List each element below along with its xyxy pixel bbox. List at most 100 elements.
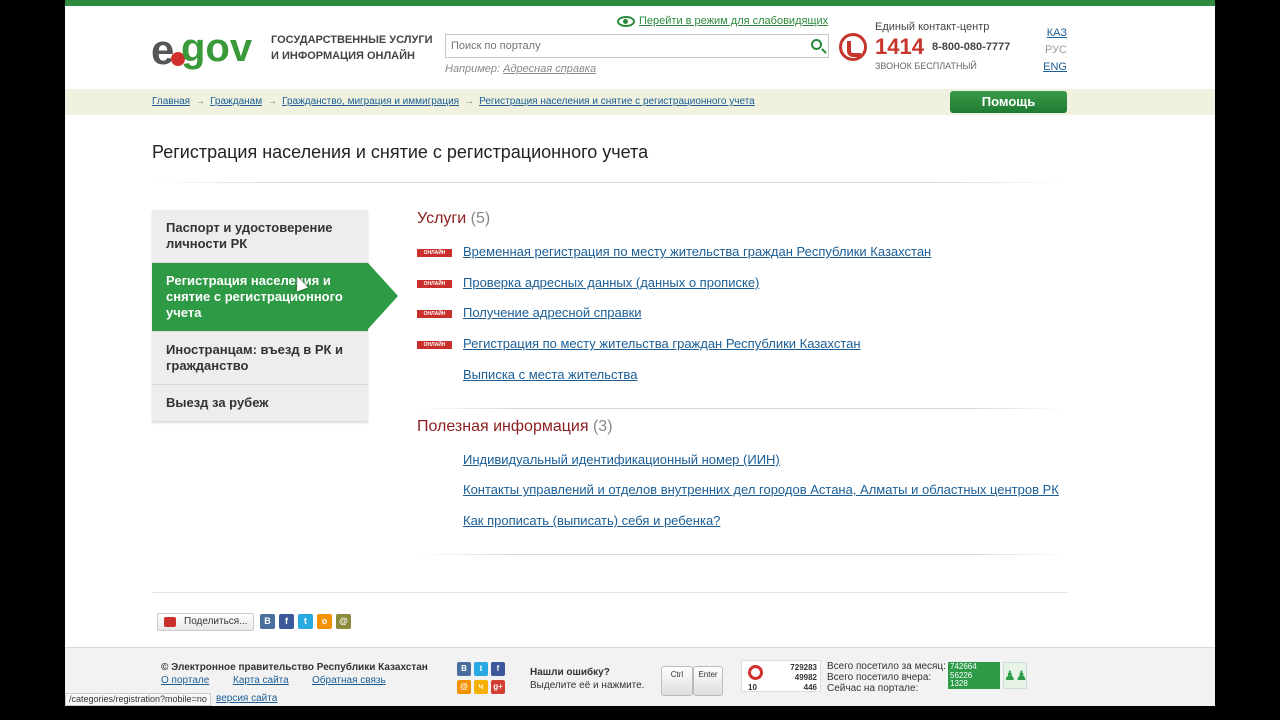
- service-link[interactable]: Выписка с места жительства: [463, 367, 637, 382]
- breadcrumb-home[interactable]: Главная: [152, 96, 190, 107]
- people-icon: ♟♟: [1003, 662, 1027, 689]
- search-icon[interactable]: [811, 39, 822, 50]
- accessibility-link-label: Перейти в режим для слабовидящих: [639, 15, 829, 27]
- eye-icon: [617, 15, 635, 27]
- search-example: Например: Адресная справка: [445, 63, 596, 75]
- mail-icon[interactable]: @: [336, 614, 351, 629]
- online-badge: ОНЛАЙН: [417, 248, 452, 257]
- error-report-title: Нашли ошибку?: [530, 667, 610, 678]
- services-title: Услуги: [417, 210, 467, 227]
- service-link[interactable]: Регистрация по месту жительства граждан …: [463, 336, 861, 351]
- share-button[interactable]: Поделиться...: [157, 613, 254, 631]
- google-plus-icon[interactable]: g+: [491, 680, 505, 694]
- lang-kaz[interactable]: КАЗ: [1043, 25, 1067, 42]
- service-item[interactable]: ОНЛАЙН Получение адресной справки: [417, 305, 642, 320]
- info-item[interactable]: Как прописать (выписать) себя и ребенка?: [417, 513, 720, 528]
- top-strip: [65, 0, 1215, 6]
- phone-icon: [839, 33, 867, 61]
- sidebar-item-foreigners[interactable]: Иностранцам: въезд в РК и гражданство: [152, 332, 368, 385]
- visit-stats-labels: Всего посетило за месяц: Всего посетило …: [827, 661, 946, 694]
- mailru-icon[interactable]: @: [457, 680, 471, 694]
- online-badge: ОНЛАЙН: [417, 279, 452, 288]
- logo-e: e: [151, 26, 175, 73]
- search-example-link[interactable]: Адресная справка: [503, 63, 596, 75]
- lang-rus: РУС: [1044, 44, 1067, 56]
- odnoklassniki-icon[interactable]: о: [317, 614, 332, 629]
- service-item[interactable]: ОНЛАЙН Проверка адресных данных (данных о…: [417, 275, 759, 290]
- useful-info-count: (3): [592, 418, 613, 435]
- service-link[interactable]: Получение адресной справки: [463, 305, 642, 320]
- lang-eng[interactable]: ENG: [1043, 59, 1067, 76]
- breadcrumb-arrow-icon: →: [195, 96, 206, 107]
- service-item[interactable]: ОНЛАЙН Временная регистрация по месту жит…: [417, 244, 931, 259]
- service-link[interactable]: Проверка адресных данных (данных о пропи…: [463, 275, 759, 290]
- search-box: [445, 34, 829, 58]
- help-button[interactable]: Помощь: [950, 91, 1067, 113]
- breadcrumb: Главная → Гражданам → Гражданство, миграция …: [152, 96, 755, 107]
- breadcrumb-current[interactable]: Регистрация населения и снятие с регистр…: [479, 96, 755, 107]
- visit-counter[interactable]: 729283 49982 446 10: [741, 660, 821, 692]
- share-icon: [164, 617, 176, 627]
- sidebar-item-label: Иностранцам: въезд в РК и гражданство: [166, 342, 344, 373]
- language-switcher: КАЗ РУС ENG: [1043, 25, 1067, 76]
- info-item[interactable]: Индивидуальный идентификационный номер (…: [417, 452, 780, 467]
- sidebar-item-label: Выезд за рубеж: [166, 395, 269, 410]
- sidebar-item-label: Регистрация населения и снятие с регистр…: [166, 273, 343, 320]
- breadcrumb-arrow-icon: →: [464, 96, 475, 107]
- logo-gov: gov: [181, 26, 253, 70]
- visits-yesterday-label: Всего посетило вчера:: [827, 672, 932, 683]
- services-count: (5): [470, 210, 491, 227]
- sidebar-item-travel-abroad[interactable]: Выезд за рубеж: [152, 385, 368, 422]
- info-link[interactable]: Как прописать (выписать) себя и ребенка?: [463, 513, 720, 528]
- content-divider: [152, 592, 1067, 593]
- vk-icon[interactable]: В: [457, 662, 471, 676]
- breadcrumb-arrow-icon: →: [267, 96, 278, 107]
- section-divider: [417, 554, 1067, 555]
- facebook-icon[interactable]: f: [279, 614, 294, 629]
- contact-free-note: ЗВОНОК БЕСПЛАТНЫЙ: [875, 61, 977, 71]
- sidebar-item-registration[interactable]: Регистрация населения и снятие с регистр…: [152, 263, 398, 332]
- visit-stats-values: 742664 56226 1328: [948, 662, 1000, 689]
- breadcrumb-citizens[interactable]: Гражданам: [210, 96, 262, 107]
- info-link[interactable]: Индивидуальный идентификационный номер (…: [463, 452, 780, 467]
- breadcrumb-migration[interactable]: Гражданство, миграция и иммиграция: [282, 96, 459, 107]
- footer-link-about[interactable]: О портале: [161, 675, 209, 686]
- footer-link-mobile-version[interactable]: версия сайта: [216, 693, 277, 704]
- chat-icon[interactable]: ч: [474, 680, 488, 694]
- accessibility-link[interactable]: Перейти в режим для слабовидящих: [617, 15, 828, 27]
- twitter-icon[interactable]: t: [298, 614, 313, 629]
- ctrl-key-icon: Ctrl: [661, 666, 693, 696]
- useful-info-title: Полезная информация: [417, 418, 589, 435]
- services-heading: Услуги (5): [417, 210, 490, 228]
- service-item[interactable]: ОНЛАЙН Регистрация по месту жительства гр…: [417, 336, 861, 351]
- sidebar-item-passport[interactable]: Паспорт и удостоверение личности РК: [152, 210, 368, 263]
- status-bar-url: /categories/registration?mobile=no: [65, 693, 211, 706]
- egov-logo[interactable]: e gov: [151, 26, 263, 73]
- section-divider: [417, 408, 1067, 409]
- info-link[interactable]: Контакты управлений и отделов внутренних…: [463, 482, 1059, 497]
- page-title: Регистрация населения и снятие с регистр…: [152, 142, 649, 162]
- search-input[interactable]: [446, 35, 796, 57]
- counter-logo-icon: [748, 665, 763, 680]
- footer-link-feedback[interactable]: Обратная связь: [312, 675, 386, 686]
- counter-value: 446: [803, 683, 817, 692]
- title-divider: [152, 182, 1067, 183]
- search-example-label: Например:: [445, 63, 501, 75]
- visits-month-label: Всего посетило за месяц:: [827, 661, 946, 672]
- counter-value: 10: [748, 683, 757, 692]
- facebook-icon[interactable]: f: [491, 662, 505, 676]
- vk-icon[interactable]: В: [260, 614, 275, 629]
- twitter-icon[interactable]: t: [474, 662, 488, 676]
- info-item[interactable]: Контакты управлений и отделов внутренних…: [417, 482, 1059, 497]
- counter-value: 49982: [794, 673, 817, 682]
- error-report-text: Выделите её и нажмите.: [530, 680, 645, 691]
- site-tagline: ГОСУДАРСТВЕННЫЕ УСЛУГИ И ИНФОРМАЦИЯ ОНЛА…: [271, 34, 433, 62]
- service-item[interactable]: Выписка с места жительства: [417, 367, 637, 382]
- sidebar: Паспорт и удостоверение личности РК Реги…: [152, 210, 398, 422]
- online-badge: ОНЛАЙН: [417, 309, 452, 318]
- service-link[interactable]: Временная регистрация по месту жительств…: [463, 244, 931, 259]
- sidebar-item-label: Паспорт и удостоверение личности РК: [166, 220, 333, 251]
- enter-key-icon: Enter: [693, 666, 723, 696]
- contact-center-title: Единый контакт-центр: [875, 21, 990, 33]
- footer-link-sitemap[interactable]: Карта сайта: [233, 675, 289, 686]
